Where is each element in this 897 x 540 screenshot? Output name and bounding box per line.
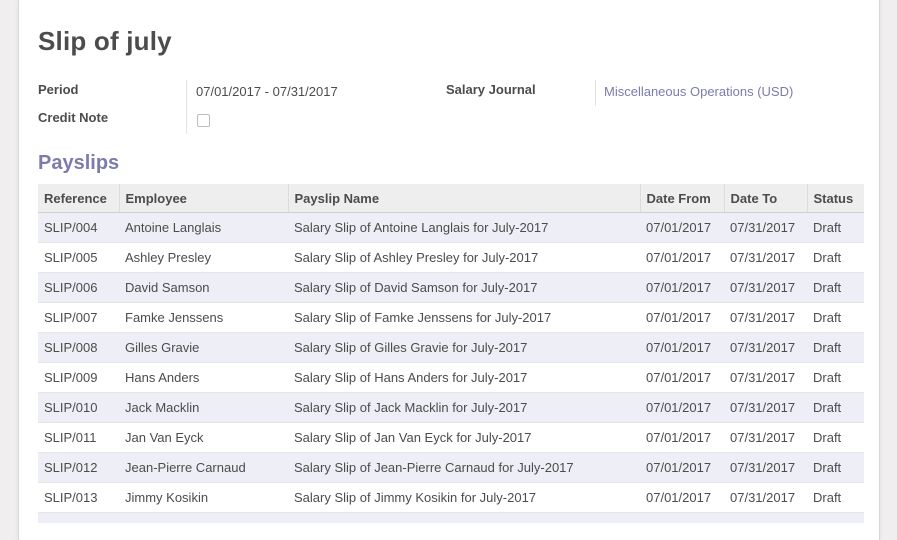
cell-reference: SLIP/012 — [38, 452, 119, 483]
table-row[interactable]: SLIP/013 Jimmy Kosikin Salary Slip of Ji… — [38, 482, 864, 513]
cell-date-to: 07/31/2017 — [724, 362, 807, 393]
cell-employee: Jean-Pierre Carnaud — [119, 452, 288, 483]
cell-reference: SLIP/013 — [38, 482, 119, 513]
cell-date-to: 07/31/2017 — [724, 452, 807, 483]
table-row[interactable]: SLIP/009 Hans Anders Salary Slip of Hans… — [38, 362, 864, 393]
table-row[interactable]: SLIP/006 David Samson Salary Slip of Dav… — [38, 272, 864, 303]
cell-date-from: 07/01/2017 — [640, 302, 724, 333]
cell-employee: Jack Macklin — [119, 392, 288, 423]
period-label: Period — [38, 82, 79, 97]
cell-payslip-name: Salary Slip of Famke Jenssens for July-2… — [288, 302, 640, 333]
column-header-status[interactable]: Status — [806, 184, 864, 213]
salary-journal-link[interactable]: Miscellaneous Operations (USD) — [604, 84, 793, 99]
cell-payslip-name: Salary Slip of Jean-Pierre Carnaud for J… — [288, 452, 640, 483]
cell-reference: SLIP/009 — [38, 362, 119, 393]
cell-date-to: 07/31/2017 — [724, 332, 807, 363]
column-header-date-to[interactable]: Date To — [723, 184, 807, 213]
cell-date-from: 07/01/2017 — [640, 392, 724, 423]
cell-payslip-name: Salary Slip of Antoine Langlais for July… — [288, 212, 640, 243]
cell-status: Draft — [807, 212, 864, 243]
cell-status: Draft — [807, 302, 864, 333]
column-header-employee[interactable]: Employee — [118, 184, 288, 213]
field-divider — [186, 80, 187, 134]
table-row[interactable]: SLIP/004 Antoine Langlais Salary Slip of… — [38, 212, 864, 243]
cell-payslip-name: Salary Slip of David Samson for July-201… — [288, 272, 640, 303]
cell-status: Draft — [807, 362, 864, 393]
column-header-payslip-name[interactable]: Payslip Name — [287, 184, 640, 213]
cell-payslip-name: Salary Slip of Gilles Gravie for July-20… — [288, 332, 640, 363]
cell-date-to: 07/31/2017 — [724, 392, 807, 423]
column-header-date-from[interactable]: Date From — [639, 184, 724, 213]
cell-payslip-name: Salary Slip of Ashley Presley for July-2… — [288, 242, 640, 273]
cell-employee: Jan Van Eyck — [119, 422, 288, 453]
cell-date-from: 07/01/2017 — [640, 362, 724, 393]
cell-status: Draft — [807, 242, 864, 273]
cell-reference: SLIP/007 — [38, 302, 119, 333]
cell-payslip-name: Salary Slip of Jan Van Eyck for July-201… — [288, 422, 640, 453]
cell-date-from: 07/01/2017 — [640, 452, 724, 483]
cell-employee: David Samson — [119, 272, 288, 303]
cell-employee: Hans Anders — [119, 362, 288, 393]
cell-date-from: 07/01/2017 — [640, 272, 724, 303]
cell-reference: SLIP/008 — [38, 332, 119, 363]
cell-status: Draft — [807, 332, 864, 363]
table-row-partial — [38, 512, 864, 523]
cell-date-to: 07/31/2017 — [724, 272, 807, 303]
cell-status: Draft — [807, 392, 864, 423]
cell-reference: SLIP/011 — [38, 422, 119, 453]
table-row[interactable]: SLIP/005 Ashley Presley Salary Slip of A… — [38, 242, 864, 273]
page-title: Slip of july — [38, 26, 172, 56]
cell-employee: Ashley Presley — [119, 242, 288, 273]
empty-cell — [38, 512, 864, 523]
form-sheet: Slip of july Period 07/01/2017 - 07/31/2… — [18, 0, 880, 540]
credit-note-label: Credit Note — [38, 110, 109, 125]
cell-employee: Gilles Gravie — [119, 332, 288, 363]
cell-status: Draft — [807, 422, 864, 453]
credit-note-checkbox[interactable] — [197, 114, 210, 127]
cell-employee: Antoine Langlais — [119, 212, 288, 243]
cell-date-to: 07/31/2017 — [724, 212, 807, 243]
cell-date-to: 07/31/2017 — [724, 422, 807, 453]
cell-status: Draft — [807, 272, 864, 303]
period-value[interactable]: 07/01/2017 - 07/31/2017 — [196, 84, 338, 99]
cell-employee: Famke Jenssens — [119, 302, 288, 333]
cell-payslip-name: Salary Slip of Jimmy Kosikin for July-20… — [288, 482, 640, 513]
cell-date-from: 07/01/2017 — [640, 482, 724, 513]
table-row[interactable]: SLIP/011 Jan Van Eyck Salary Slip of Jan… — [38, 422, 864, 453]
table-row[interactable]: SLIP/010 Jack Macklin Salary Slip of Jac… — [38, 392, 864, 423]
cell-reference: SLIP/010 — [38, 392, 119, 423]
cell-reference: SLIP/004 — [38, 212, 119, 243]
table-row[interactable]: SLIP/012 Jean-Pierre Carnaud Salary Slip… — [38, 452, 864, 483]
cell-reference: SLIP/005 — [38, 242, 119, 273]
cell-status: Draft — [807, 452, 864, 483]
cell-date-from: 07/01/2017 — [640, 332, 724, 363]
cell-date-to: 07/31/2017 — [724, 242, 807, 273]
cell-date-from: 07/01/2017 — [640, 242, 724, 273]
table-header-row: Reference Employee Payslip Name Date Fro… — [38, 184, 864, 213]
cell-employee: Jimmy Kosikin — [119, 482, 288, 513]
payslips-section-title: Payslips — [38, 152, 120, 174]
cell-date-from: 07/01/2017 — [640, 212, 724, 243]
payslips-table: Reference Employee Payslip Name Date Fro… — [38, 184, 864, 523]
salary-journal-label: Salary Journal — [446, 82, 536, 97]
table-row[interactable]: SLIP/008 Gilles Gravie Salary Slip of Gi… — [38, 332, 864, 363]
cell-date-to: 07/31/2017 — [724, 482, 807, 513]
table-row[interactable]: SLIP/007 Famke Jenssens Salary Slip of F… — [38, 302, 864, 333]
cell-status: Draft — [807, 482, 864, 513]
cell-payslip-name: Salary Slip of Jack Macklin for July-201… — [288, 392, 640, 423]
column-header-reference[interactable]: Reference — [38, 184, 119, 213]
cell-date-to: 07/31/2017 — [724, 302, 807, 333]
cell-payslip-name: Salary Slip of Hans Anders for July-2017 — [288, 362, 640, 393]
cell-reference: SLIP/006 — [38, 272, 119, 303]
cell-date-from: 07/01/2017 — [640, 422, 724, 453]
field-divider — [595, 80, 596, 106]
